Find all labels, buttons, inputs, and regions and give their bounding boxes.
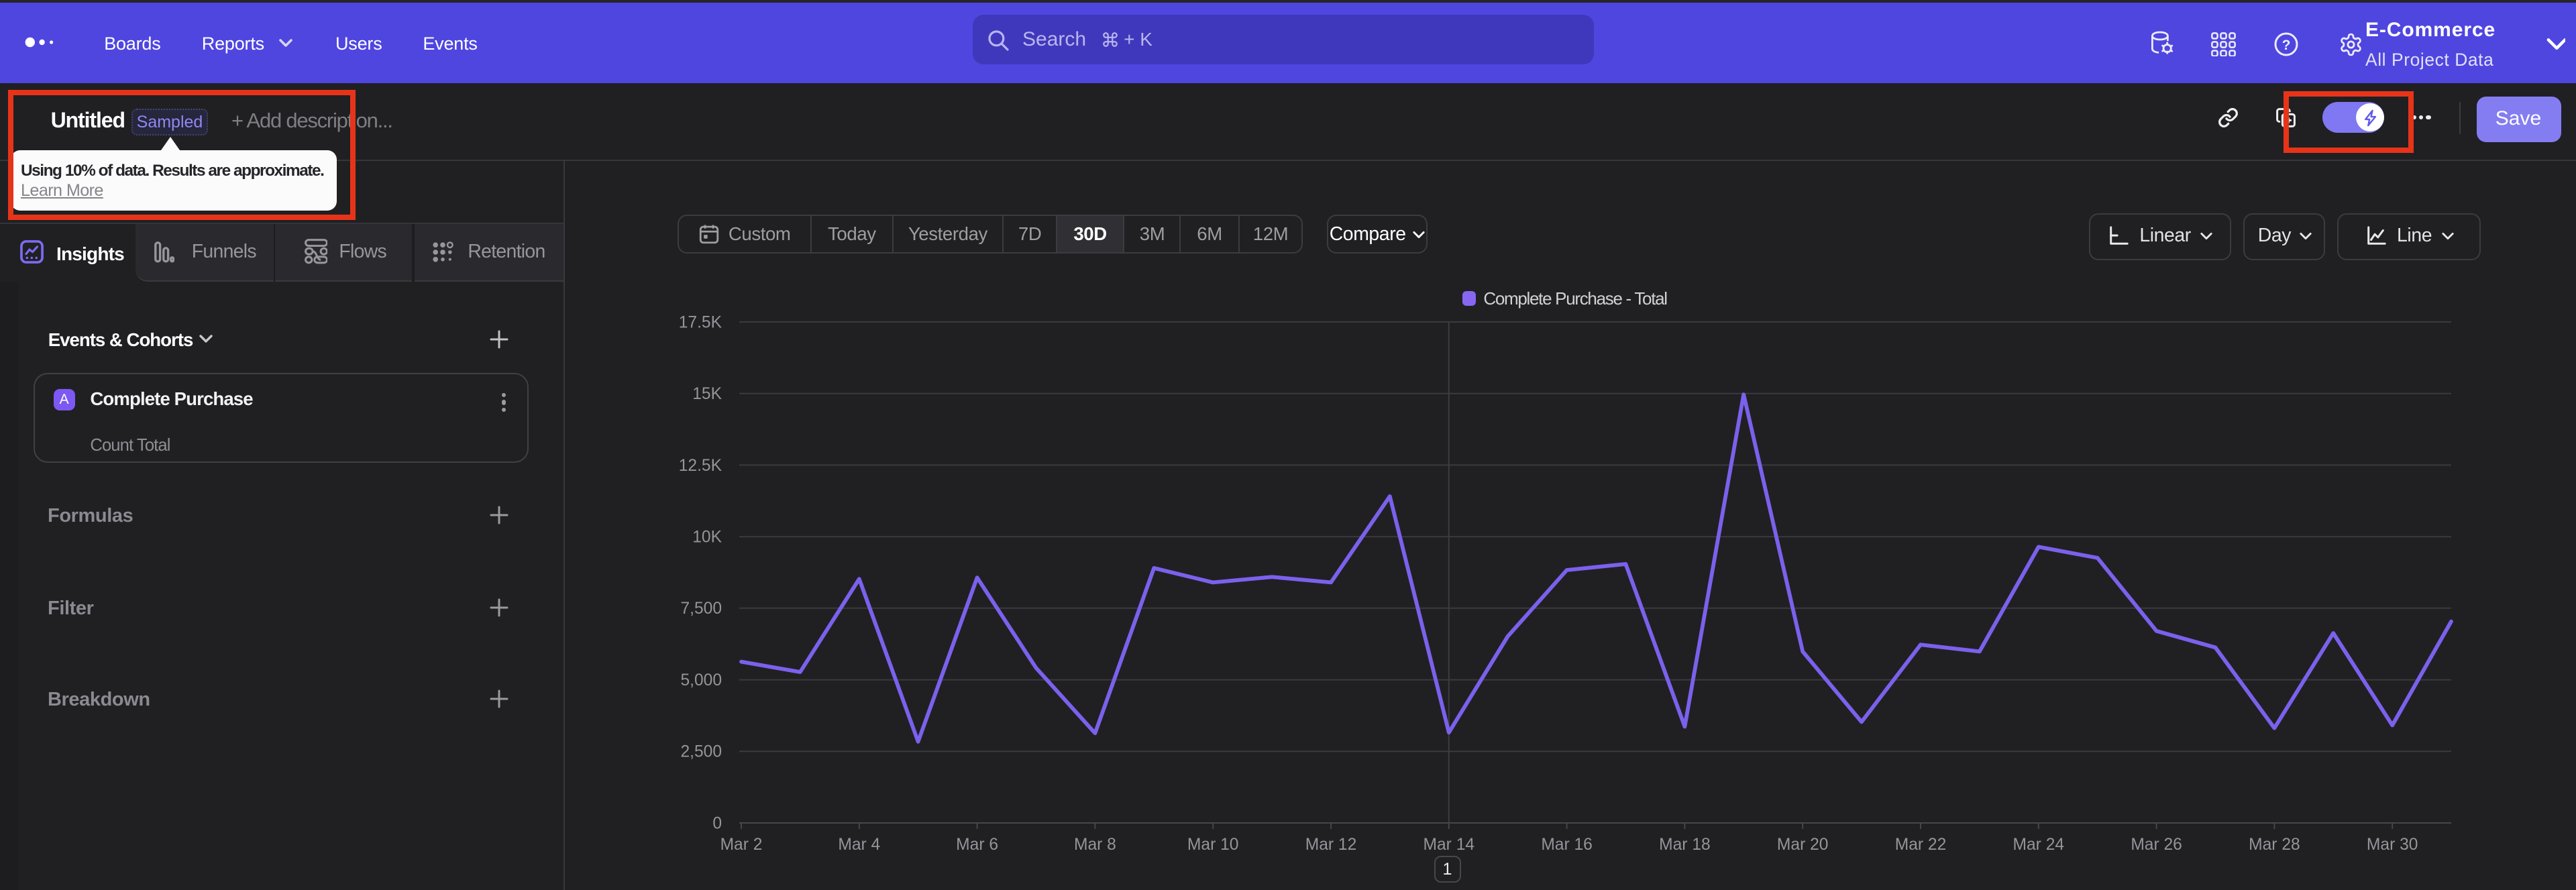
svg-text:?: ? bbox=[2282, 38, 2290, 54]
svg-text:Mar 24: Mar 24 bbox=[2013, 836, 2065, 854]
svg-text:Mar 6: Mar 6 bbox=[956, 836, 998, 854]
svg-text:17.5K: 17.5K bbox=[679, 313, 722, 331]
svg-text:Mar 20: Mar 20 bbox=[1777, 836, 1829, 854]
svg-text:Mar 22: Mar 22 bbox=[1895, 836, 1947, 854]
svg-text:10K: 10K bbox=[692, 529, 722, 547]
svg-text:0: 0 bbox=[712, 814, 722, 832]
svg-text:Mar 30: Mar 30 bbox=[2367, 836, 2418, 854]
svg-text:Mar 10: Mar 10 bbox=[1187, 836, 1239, 854]
svg-text:7,500: 7,500 bbox=[680, 600, 722, 618]
svg-text:Mar 8: Mar 8 bbox=[1074, 836, 1116, 854]
svg-text:Mar 16: Mar 16 bbox=[1541, 836, 1593, 854]
svg-text:5,000: 5,000 bbox=[680, 671, 722, 689]
svg-text:Mar 2: Mar 2 bbox=[720, 836, 763, 854]
svg-text:Mar 26: Mar 26 bbox=[2131, 836, 2182, 854]
svg-text:12.5K: 12.5K bbox=[679, 457, 722, 475]
svg-text:Mar 12: Mar 12 bbox=[1305, 836, 1357, 854]
svg-text:Mar 18: Mar 18 bbox=[1659, 836, 1711, 854]
svg-text:Mar 28: Mar 28 bbox=[2249, 836, 2300, 854]
svg-text:15K: 15K bbox=[692, 385, 722, 403]
svg-text:Mar 4: Mar 4 bbox=[838, 836, 880, 854]
svg-text:Mar 14: Mar 14 bbox=[1424, 836, 1475, 854]
svg-text:2,500: 2,500 bbox=[680, 743, 722, 761]
